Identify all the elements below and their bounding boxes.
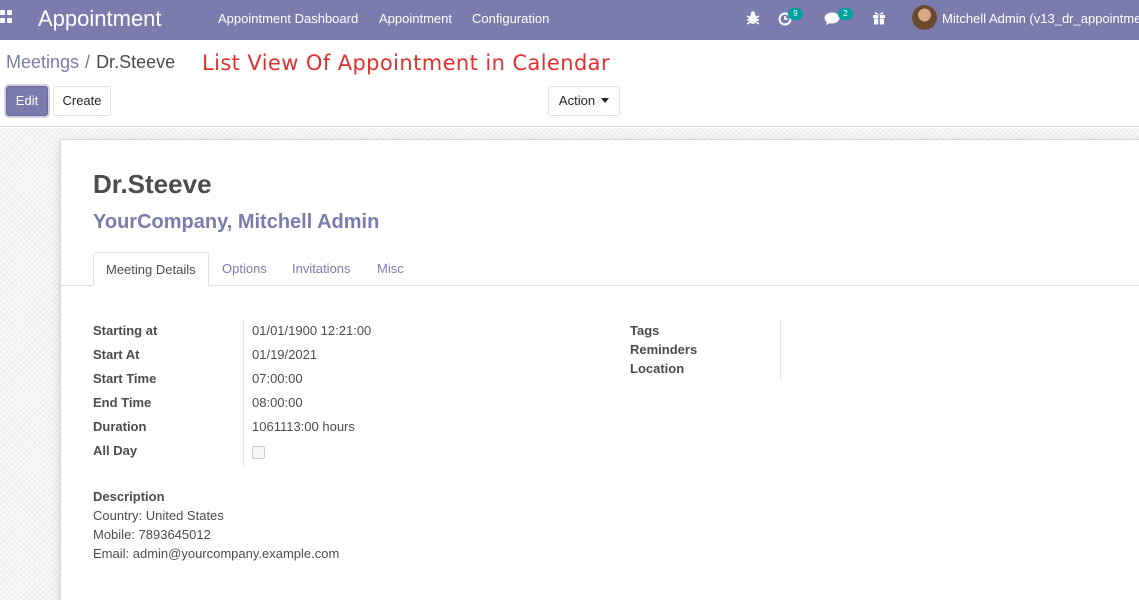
action-label: Action (558, 93, 596, 108)
activity-count-badge: 9 (788, 8, 803, 20)
tab-options[interactable]: Options (210, 252, 279, 286)
gift-icon[interactable] (872, 10, 894, 30)
value-start-at: 01/19/2021 (252, 347, 318, 362)
top-navbar: Appointment Appointment Dashboard Appoin… (0, 0, 1139, 40)
description-line: Country: United States (93, 508, 224, 523)
field-divider-right (780, 321, 781, 379)
tab-misc[interactable]: Misc (365, 252, 416, 286)
form-view-background: Dr.Steeve YourCompany, Mitchell Admin Me… (0, 128, 1139, 600)
menu-appointment[interactable]: Appointment (379, 11, 452, 26)
create-button[interactable]: Create (53, 86, 111, 116)
breadcrumb: Meetings / Dr.Steeve (6, 52, 175, 73)
description-line: Mobile: 7893645012 (93, 527, 211, 542)
all-day-checkbox[interactable] (252, 446, 265, 459)
label-location: Location (630, 361, 685, 376)
value-start-time: 07:00:00 (252, 371, 303, 386)
field-divider (243, 321, 244, 466)
menu-appointment-dashboard[interactable]: Appointment Dashboard (218, 11, 358, 26)
value-starting-at: 01/01/1900 12:21:00 (252, 323, 372, 338)
action-dropdown[interactable]: Action (548, 86, 620, 116)
menu-configuration[interactable]: Configuration (472, 11, 549, 26)
label-starting-at: Starting at (93, 323, 158, 338)
messages-count-badge: 2 (838, 8, 853, 20)
clock-activity-icon[interactable]: 9 (778, 8, 803, 30)
caret-down-icon (601, 97, 610, 103)
breadcrumb-separator: / (85, 52, 91, 72)
control-panel: Meetings / Dr.Steeve List View Of Appointm… (0, 40, 1139, 127)
bug-icon[interactable] (746, 10, 768, 30)
record-title: Dr.Steeve (93, 169, 212, 199)
label-reminders: Reminders (630, 342, 698, 357)
app-name[interactable]: Appointment (38, 6, 162, 32)
apps-grid-icon[interactable] (0, 10, 14, 24)
value-end-time: 08:00:00 (252, 395, 303, 410)
label-end-time: End Time (93, 395, 152, 410)
label-duration: Duration (93, 419, 147, 434)
chat-icon[interactable]: 2 (824, 8, 853, 30)
breadcrumb-meetings-link[interactable]: Meetings (6, 52, 79, 72)
label-tags: Tags (630, 323, 660, 338)
form-sheet: Dr.Steeve YourCompany, Mitchell Admin Me… (60, 139, 1139, 600)
record-attendees: YourCompany, Mitchell Admin (93, 211, 380, 233)
description-line: Email: admin@yourcompany.example.com (93, 546, 340, 561)
notebook-tabs: Meeting Details Options Invitations Misc (61, 252, 1139, 286)
edit-button[interactable]: Edit (6, 86, 48, 116)
screenshot-annotation: List View Of Appointment in Calendar (202, 51, 610, 75)
label-start-at: Start At (93, 347, 140, 362)
user-menu-label[interactable]: Mitchell Admin (v13_dr_appointme (942, 11, 1139, 26)
label-all-day: All Day (93, 443, 138, 458)
value-duration: 1061113:00 hours (252, 419, 355, 434)
tab-meeting-details[interactable]: Meeting Details (93, 252, 209, 286)
tab-invitations[interactable]: Invitations (280, 252, 363, 286)
user-avatar[interactable] (912, 5, 937, 30)
breadcrumb-current: Dr.Steeve (96, 52, 176, 72)
label-description: Description (93, 489, 165, 504)
label-start-time: Start Time (93, 371, 157, 386)
